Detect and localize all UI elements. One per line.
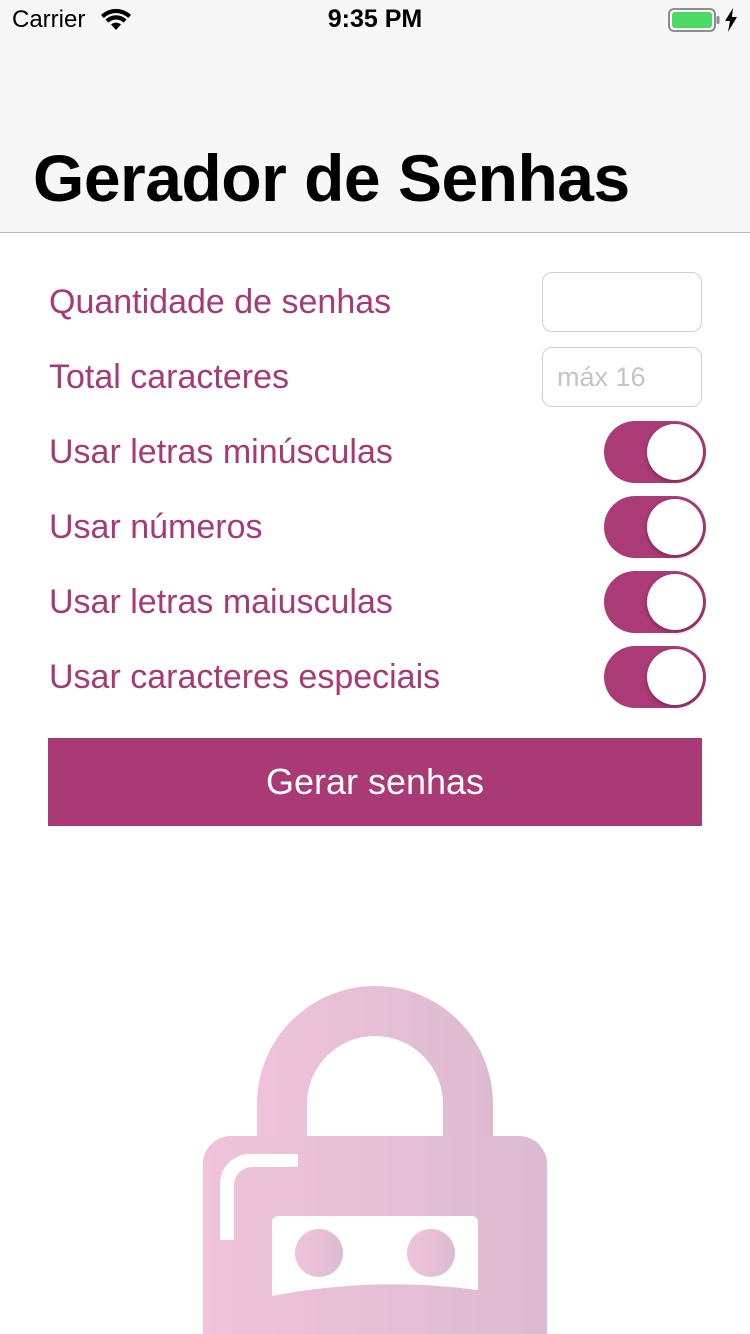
toggle-knob: [647, 649, 703, 705]
toggle-knob: [647, 574, 703, 630]
battery-icon: [668, 8, 720, 37]
numbers-label: Usar números: [49, 508, 263, 546]
total-chars-input[interactable]: [542, 347, 702, 407]
special-chars-toggle[interactable]: [604, 646, 706, 708]
uppercase-toggle[interactable]: [604, 571, 706, 633]
generate-passwords-button[interactable]: Gerar senhas: [48, 738, 702, 826]
quantity-label: Quantidade de senhas: [49, 283, 392, 321]
status-time: 9:35 PM: [327, 5, 423, 33]
page-title: Gerador de Senhas: [33, 141, 630, 215]
toggle-knob: [647, 499, 703, 555]
special-chars-label: Usar caracteres especiais: [49, 658, 441, 696]
lock-icon: [200, 984, 550, 1334]
total-chars-label: Total caracteres: [49, 358, 289, 396]
lowercase-toggle[interactable]: [604, 421, 706, 483]
numbers-toggle[interactable]: [604, 496, 706, 558]
status-bar: Carrier 9:35 PM: [0, 0, 750, 40]
navigation-bar: Gerador de Senhas: [0, 40, 750, 233]
toggle-knob: [647, 424, 703, 480]
uppercase-label: Usar letras maiusculas: [49, 583, 393, 621]
quantity-input[interactable]: [542, 272, 702, 332]
charging-bolt-icon: [724, 8, 738, 37]
lowercase-label: Usar letras minúsculas: [49, 433, 393, 471]
